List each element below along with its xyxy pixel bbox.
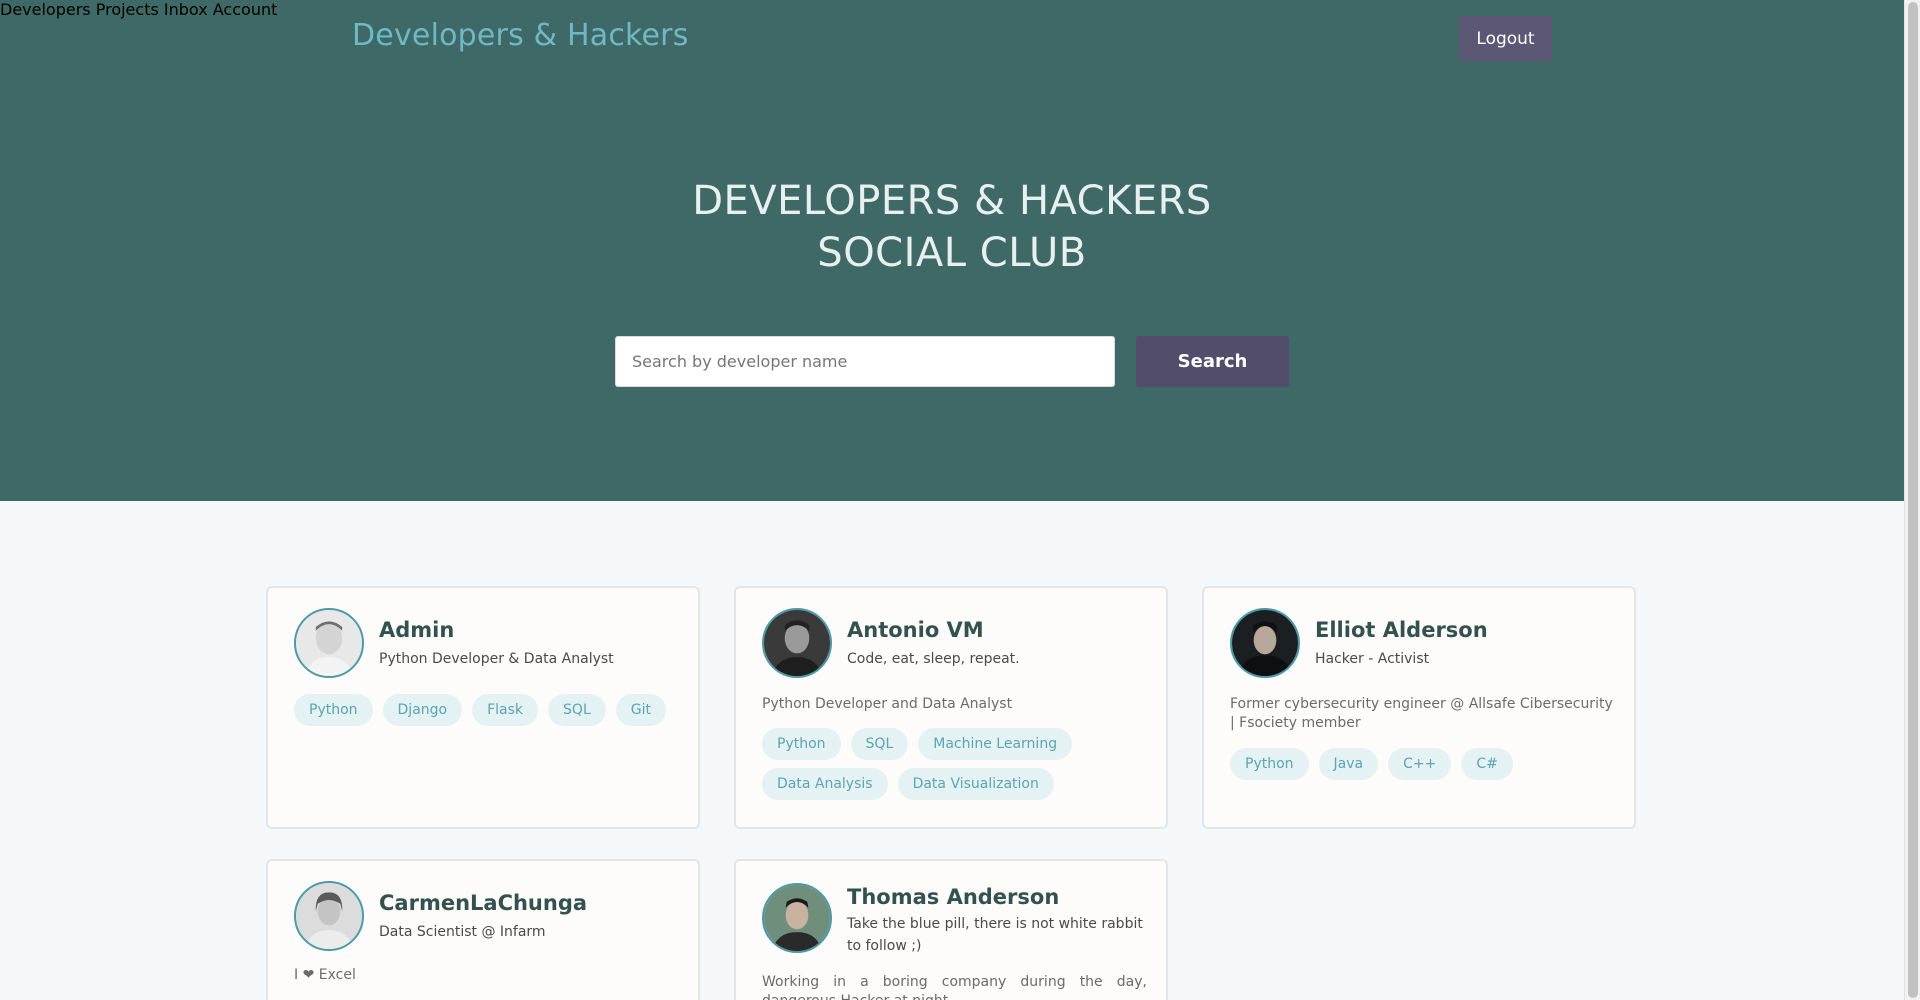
hero-title-line-2: SOCIAL CLUB (817, 230, 1087, 276)
developer-card[interactable]: Antonio VM Code, eat, sleep, repeat. Pyt… (734, 586, 1168, 829)
nav-account[interactable]: Account (213, 0, 278, 19)
developer-bio: Working in a boring company during the d… (762, 974, 1147, 1000)
skill-tag: Git (615, 694, 666, 726)
avatar (294, 881, 364, 951)
skill-tag: Machine Learning (918, 728, 1073, 760)
skill-tag: C++ (1388, 748, 1452, 780)
developer-card[interactable]: CarmenLaChunga Data Scientist @ Infarm I… (266, 859, 700, 1000)
developer-headline: Code, eat, sleep, repeat. (847, 651, 1020, 667)
skill-tag: C# (1461, 748, 1513, 780)
avatar (294, 608, 364, 678)
skill-tag: Data Analysis (762, 768, 888, 800)
skill-tag: SQL (850, 728, 909, 760)
developer-name[interactable]: Thomas Anderson (847, 885, 1059, 909)
avatar (1230, 608, 1300, 678)
developer-bio: Former cybersecurity engineer @ Allsafe … (1230, 696, 1613, 731)
skill-tags: Python Django Flask SQL Git (294, 694, 684, 726)
developer-bio: I ❤ Excel (294, 967, 356, 983)
developer-headline: Data Scientist @ Infarm (379, 924, 546, 940)
skill-tag: Python (1230, 748, 1309, 780)
logout-button[interactable]: Logout (1459, 16, 1552, 61)
developer-headline: Hacker - Activist (1315, 651, 1430, 667)
developer-name[interactable]: CarmenLaChunga (379, 891, 587, 915)
nav-projects[interactable]: Projects (96, 0, 159, 19)
developer-name[interactable]: Elliot Alderson (1315, 618, 1488, 642)
hero-title-line-1: DEVELOPERS & HACKERS (692, 178, 1212, 224)
avatar (762, 883, 832, 953)
page: Developers & Hackers Developers Projects… (0, 0, 1904, 1000)
developer-name[interactable]: Admin (379, 618, 454, 642)
main-nav: Developers Projects Inbox Account (0, 0, 1904, 19)
developer-headline: Python Developer & Data Analyst (379, 651, 614, 667)
skill-tag: SQL (548, 694, 606, 726)
avatar (762, 608, 832, 678)
developer-card[interactable]: Admin Python Developer & Data Analyst Py… (266, 586, 700, 829)
scrollbar-thumb[interactable] (1908, 2, 1918, 998)
vertical-scrollbar[interactable] (1904, 0, 1920, 1000)
hero-section: Developers & Hackers Developers Projects… (0, 0, 1904, 501)
skill-tag: Python (762, 728, 841, 760)
skill-tag: Java (1318, 748, 1379, 780)
site-logo[interactable]: Developers & Hackers (352, 18, 689, 53)
developer-name[interactable]: Antonio VM (847, 618, 984, 642)
search-button[interactable]: Search (1136, 336, 1289, 387)
skill-tag: Flask (472, 694, 539, 726)
nav-developers[interactable]: Developers (0, 0, 91, 19)
skill-tags: Python SQL Machine Learning Data Analysi… (762, 728, 1152, 800)
search-input[interactable] (615, 336, 1115, 387)
developer-bio: Python Developer and Data Analyst (762, 696, 1013, 712)
developer-card[interactable]: Thomas Anderson Take the blue pill, ther… (734, 859, 1168, 1000)
skill-tag: Django (382, 694, 463, 726)
developer-headline: Take the blue pill, there is not white r… (847, 916, 1143, 954)
nav-inbox[interactable]: Inbox (164, 0, 208, 19)
skill-tag: Data Visualization (897, 768, 1054, 800)
developer-card[interactable]: Elliot Alderson Hacker - Activist Former… (1202, 586, 1636, 829)
skill-tag: Python (294, 694, 373, 726)
skill-tags: Python Java C++ C# (1230, 748, 1620, 780)
